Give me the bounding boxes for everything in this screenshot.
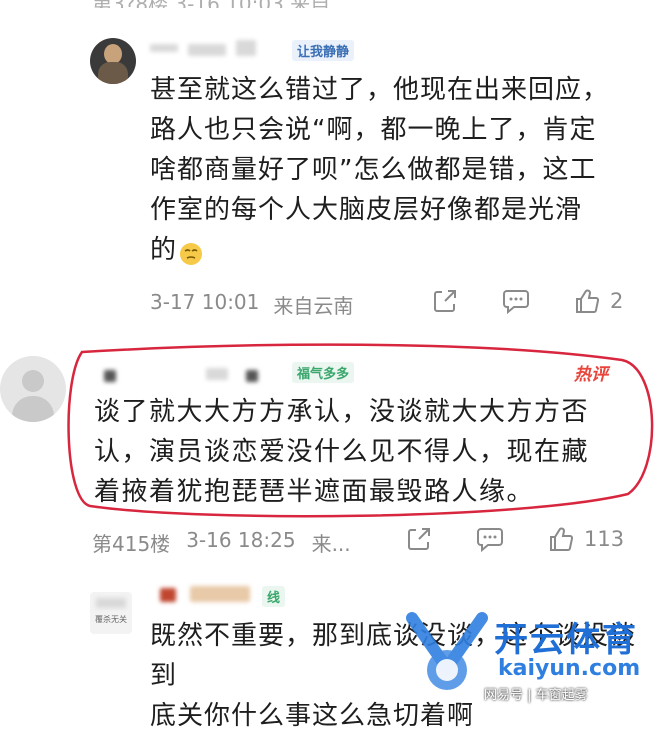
hot-comment-text: 热评 [574, 365, 608, 385]
top-partial-text: 第3?8楼 3-16 10:03 来自... [92, 0, 349, 8]
username-redacted [246, 370, 258, 382]
avatar[interactable] [90, 38, 136, 84]
kaiyun-logo-icon [406, 612, 488, 690]
like-button[interactable]: 113 [548, 526, 624, 552]
timestamp: 3-16 18:25 [186, 528, 296, 552]
user-badge-label: 让我静静 [297, 45, 350, 60]
comment-text: 谈了就大大方方承认，没谈就大大方方否 认，演员谈恋爱没什么见不得人，现在藏 着掖… [94, 392, 634, 512]
timestamp: 3-17 10:01 [150, 290, 260, 314]
comment-text: 甚至就这么错过了，他现在出来回应， 路人也只会说“啊，都一晚上了，肯定 啥都商量… [150, 70, 650, 270]
avatar-caption: 覆杀无关 [95, 615, 127, 624]
location: 来自云南 [273, 294, 354, 318]
top-partial-meta: 第3?8楼 3-16 10:03 来自... [92, 0, 622, 8]
username-redacted [104, 370, 116, 382]
comment-meta: 3-17 10:01 来自云南 [150, 290, 353, 319]
comment-icon [476, 526, 504, 552]
comment-button[interactable] [502, 288, 530, 314]
like-count: 2 [610, 289, 624, 313]
like-icon [548, 526, 574, 552]
floor-number: 第415楼 [92, 532, 171, 556]
comment-line: 啥都商量好了呗”怎么做都是错，这工 [150, 155, 597, 185]
username-redacted [150, 44, 178, 52]
comment-line: 认，演员谈恋爱没什么见不得人，现在藏 [94, 437, 590, 467]
like-icon [574, 288, 600, 314]
comment-meta: 第415楼 3-16 18:25 来... [92, 528, 351, 557]
avatar[interactable] [0, 356, 66, 422]
hot-comment-label: 热评 [574, 360, 608, 385]
location: 来... [311, 532, 351, 556]
user-badge-label: 福气多多 [297, 367, 350, 382]
share-icon [432, 288, 458, 314]
comment-line: 甚至就这么错过了，他现在出来回应， [150, 75, 610, 105]
comment-line: 作室的每个人大脑皮层好像都是光滑 [150, 195, 583, 225]
username-redacted [190, 586, 250, 602]
share-button[interactable] [406, 526, 432, 552]
user-badge: 线 [262, 586, 286, 607]
username-redacted [160, 588, 176, 602]
watermark-brand: 开云体育 [494, 620, 638, 660]
like-button[interactable]: 2 [574, 288, 623, 314]
user-badge-label: 线 [267, 591, 281, 606]
like-count: 113 [584, 527, 625, 551]
user-badge: 福气多多 [292, 362, 355, 383]
comment-line: 谈了就大大方方承认，没谈就大大方方否 [94, 397, 590, 427]
share-icon [406, 526, 432, 552]
comment-icon [502, 288, 530, 314]
watermark-url: kaiyun.com [498, 656, 641, 681]
comment-button[interactable] [476, 526, 504, 552]
username-redacted [206, 368, 228, 380]
comment-line: 路人也只会说“啊，都一晚上了，肯定 [150, 115, 597, 145]
username-redacted [188, 44, 226, 56]
user-badge: 让我静静 [292, 40, 355, 61]
watermark-source: 网易号 | 车窗起雾 [484, 688, 588, 703]
comment-line: 的 [150, 235, 178, 265]
watermark: 开云体育 kaiyun.com 网易号 | 车窗起雾 [396, 604, 654, 710]
username-redacted [236, 40, 256, 56]
comment-line: 着掖着犹抱琵琶半遮面最毁路人缘。 [94, 477, 535, 507]
share-button[interactable] [432, 288, 458, 314]
emoji-icon [179, 238, 203, 265]
avatar[interactable]: 覆杀无关 [90, 592, 132, 634]
